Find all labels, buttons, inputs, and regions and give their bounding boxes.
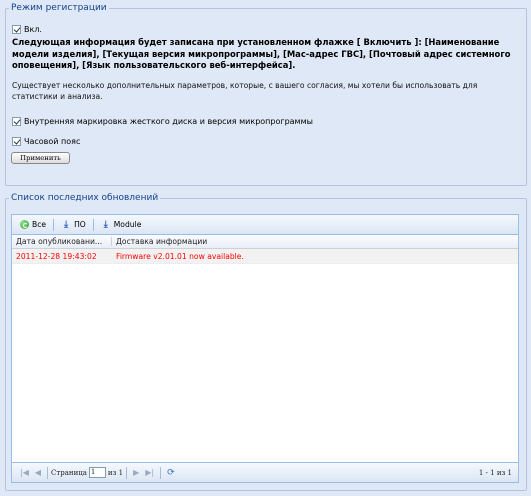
pager-separator xyxy=(160,466,162,479)
row-info: Firmware v2.01.01 now available. xyxy=(116,251,244,261)
first-page-icon[interactable]: |◀ xyxy=(17,468,32,477)
filter-all-label: Все xyxy=(32,220,47,229)
refresh-icon[interactable]: ⟳ xyxy=(164,468,178,478)
row-date: 2011-12-28 19:43:02 xyxy=(16,251,97,261)
page-number-input[interactable]: 1 xyxy=(88,467,106,478)
pager-separator xyxy=(126,466,128,479)
registration-info-bold: Следующая информация будет записана при … xyxy=(12,37,511,70)
filter-firmware-button[interactable]: ⤓ ПО xyxy=(58,220,89,230)
filter-module-button[interactable]: ⤓ Module xyxy=(98,220,145,230)
download-icon: ⤓ xyxy=(64,219,69,230)
column-header-date[interactable]: Дата опубликовани... xyxy=(12,237,112,246)
pagination-toolbar: |◀ ◀ Страница 1 из 1 ▶ ▶| ⟳ 1 - 1 из 1 xyxy=(12,462,518,482)
timezone-option-checkbox[interactable] xyxy=(12,137,21,146)
updates-toolbar: Все ⤓ ПО ⤓ Module xyxy=(12,215,518,235)
enable-checkbox[interactable] xyxy=(12,25,21,34)
enable-label: Вкл. xyxy=(24,25,42,34)
filter-module-label: Module xyxy=(113,220,142,229)
next-page-icon[interactable]: ▶ xyxy=(130,468,142,477)
registration-info-plain: Существует несколько дополнительных пара… xyxy=(12,81,478,101)
page-label: Страница xyxy=(51,468,87,477)
updates-grid: Все ⤓ ПО ⤓ Module Дата опубликовани... Д… xyxy=(11,214,519,483)
registration-mode-legend: Режим регистрации xyxy=(11,3,107,13)
filter-all-button[interactable]: Все xyxy=(17,220,49,229)
hdd-option-row[interactable]: Внутренняя маркировка жесткого диска и в… xyxy=(12,117,313,126)
hdd-option-checkbox[interactable] xyxy=(12,117,21,126)
recent-updates-legend: Список последних обновлений xyxy=(11,193,159,203)
display-info: 1 - 1 из 1 xyxy=(478,468,512,477)
pager-separator xyxy=(47,466,49,479)
page-of-label: из 1 xyxy=(107,468,124,477)
table-row[interactable]: 2011-12-28 19:43:02 Firmware v2.01.01 no… xyxy=(12,249,518,264)
toolbar-separator xyxy=(92,218,94,231)
filter-firmware-label: ПО xyxy=(74,220,86,229)
grid-column-header: Дата опубликовани... Доставка информации xyxy=(12,235,518,249)
column-header-info[interactable]: Доставка информации xyxy=(112,237,207,246)
prev-page-icon[interactable]: ◀ xyxy=(32,468,44,477)
timezone-option-label: Часовой пояс xyxy=(24,137,81,146)
timezone-option-row[interactable]: Часовой пояс xyxy=(12,137,80,146)
download-icon: ⤓ xyxy=(103,219,108,230)
last-page-icon[interactable]: ▶| xyxy=(142,468,157,477)
enable-checkbox-row[interactable]: Вкл. xyxy=(12,25,42,34)
apply-button[interactable]: Применить xyxy=(11,152,70,164)
refresh-all-icon xyxy=(20,220,29,229)
toolbar-separator xyxy=(53,218,55,231)
hdd-option-label: Внутренняя маркировка жесткого диска и в… xyxy=(24,117,313,126)
